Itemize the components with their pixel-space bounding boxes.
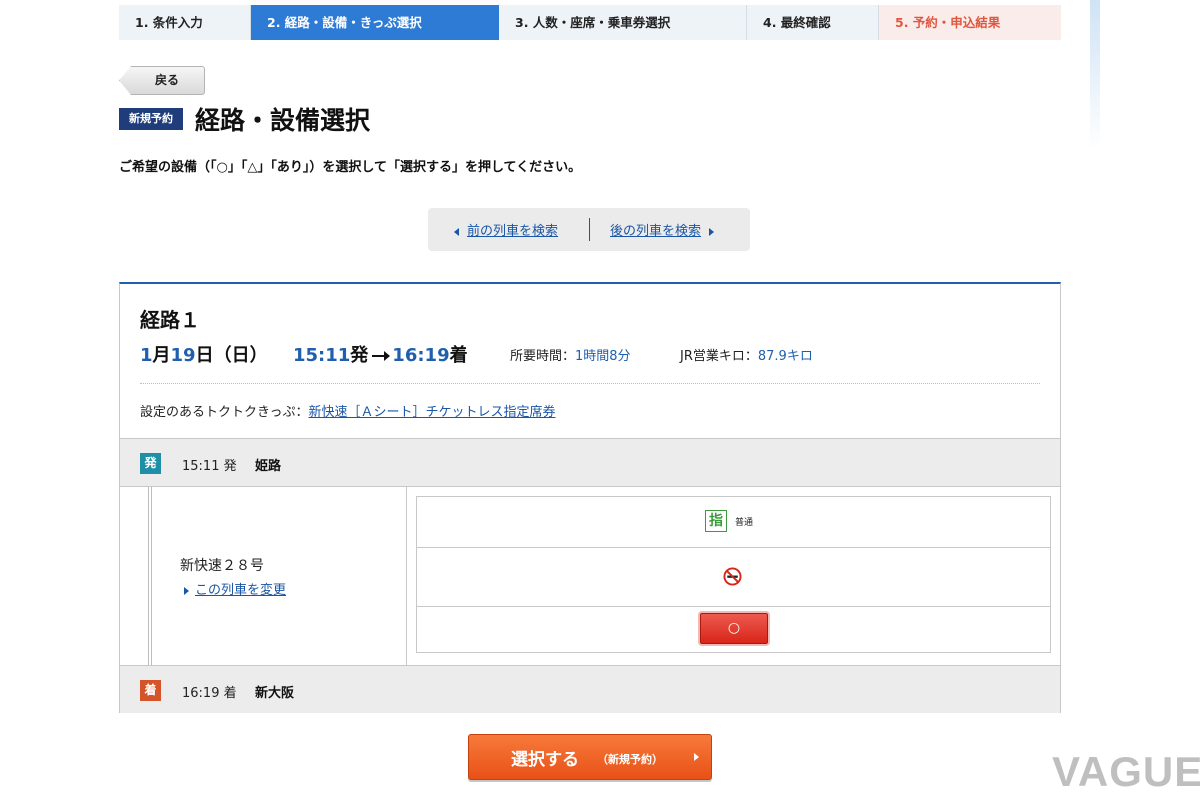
step-5-result: 5. 予約・申込結果 [879, 5, 1061, 40]
no-smoking-icon [723, 567, 742, 586]
prev-train-search-label: 前の列車を検索 [467, 224, 559, 239]
train-info: 新快速２８号 この列車を変更 [120, 487, 407, 665]
step-1-conditions: 1. 条件入力 [119, 5, 251, 40]
distance: JR営業キロ：87.9キロ [680, 345, 813, 364]
nav-divider [589, 218, 590, 241]
train-name: 新快速２８号 [180, 558, 264, 574]
departure-time: 15:11 [293, 345, 351, 366]
select-button-sublabel: （新規予約） [597, 753, 663, 766]
next-train-search-link[interactable]: 後の列車を検索 [610, 220, 715, 239]
discount-ticket-link[interactable]: 新快速［Ａシート］チケットレス指定席券 [308, 405, 555, 420]
arrival-station: 新大阪 [255, 686, 295, 701]
page-edge-decoration [1090, 0, 1100, 150]
seat-type-label: 普通 [735, 517, 754, 528]
arrival-suffix: 着 [449, 345, 468, 366]
route-panel: 経路１ 1月19日（日） 15:11発 16:19着 所要時間：1時間8分 JR営… [119, 282, 1061, 713]
arrow-right-icon [372, 351, 391, 361]
divider [140, 383, 1040, 384]
triangle-right-icon [694, 753, 699, 761]
discount-ticket-line: 設定のあるトクトクきっぷ：新快速［Ａシート］チケットレス指定席券 [140, 401, 556, 420]
triangle-left-icon [454, 227, 459, 236]
discount-ticket-label: 設定のあるトクトクきっぷ： [140, 405, 309, 420]
departure-row-time: 15:11 発 [182, 459, 237, 474]
train-search-nav: 前の列車を検索 後の列車を検索 [428, 208, 750, 251]
date-month: 1 [140, 345, 153, 366]
route-line [148, 487, 152, 665]
select-button-label: 選択する [511, 750, 579, 770]
page-title: 経路・設備選択 [195, 106, 371, 135]
change-train-link[interactable]: この列車を変更 [184, 579, 286, 598]
distance-label: JR営業キロ： [680, 349, 758, 364]
availability-row: ○ [417, 607, 1050, 652]
progress-steps: 1. 条件入力 2. 経路・設備・きっぷ選択 3. 人数・座席・乗車券選択 4.… [119, 5, 1061, 40]
select-button[interactable]: 選択する （新規予約） [468, 734, 712, 780]
seat-selection-table: 指 普通 ○ [416, 496, 1051, 653]
change-train-label: この列車を変更 [195, 583, 287, 598]
arrival-badge-icon: 着 [140, 680, 161, 701]
duration: 所要時間：1時間8分 [510, 345, 631, 364]
distance-value: 87.9キロ [757, 349, 813, 364]
arrival-time: 16:19 [392, 345, 450, 366]
departure-station: 姫路 [255, 459, 282, 474]
seat-availability-button[interactable]: ○ [700, 613, 768, 644]
step-2-route-selection-active: 2. 経路・設備・きっぷ選択 [251, 5, 499, 40]
arrival-row: 着 16:19 着 新大阪 [120, 665, 1060, 713]
departure-row: 発 15:11 発 姫路 [120, 438, 1060, 487]
duration-label: 所要時間： [510, 349, 576, 364]
route-times: 15:11発 16:19着 [293, 341, 468, 367]
new-reservation-badge: 新規予約 [119, 108, 183, 130]
route-date: 1月19日（日） [140, 341, 268, 367]
triangle-right-icon [184, 586, 189, 595]
next-train-search-label: 後の列車を検索 [610, 224, 702, 239]
departure-suffix: 発 [350, 345, 369, 366]
instruction-text: ご希望の設備（「○」「△」「あり」）を選択して「選択する」を押してください。 [119, 160, 582, 175]
arrival-row-time: 16:19 着 [182, 686, 237, 701]
date-day-suffix: 日（日） [195, 345, 268, 366]
vague-watermark-logo: VAGUE [1052, 748, 1200, 795]
step-4-final-confirm: 4. 最終確認 [747, 5, 879, 40]
seat-type: 指 普通 [705, 510, 753, 532]
duration-value: 1時間8分 [575, 349, 631, 364]
triangle-right-icon [709, 227, 715, 236]
back-button[interactable]: 戻る [119, 66, 205, 95]
date-day: 19 [170, 345, 196, 366]
seat-type-row: 指 普通 [417, 497, 1050, 548]
date-month-suffix: 月 [152, 345, 171, 366]
route-title: 経路１ [140, 308, 200, 332]
reserved-seat-icon: 指 [705, 510, 727, 532]
smoking-row [417, 548, 1050, 607]
departure-badge-icon: 発 [140, 453, 161, 474]
step-3-passengers-seats: 3. 人数・座席・乗車券選択 [499, 5, 747, 40]
prev-train-search-link[interactable]: 前の列車を検索 [454, 220, 558, 239]
